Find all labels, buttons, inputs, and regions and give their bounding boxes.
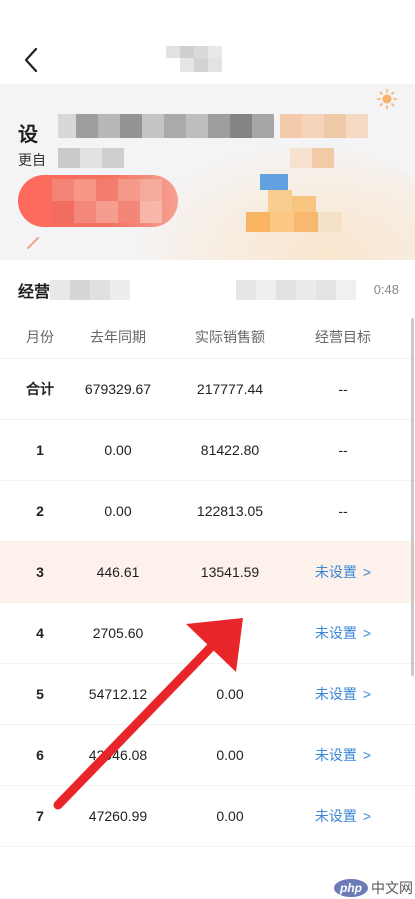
row-last-year: 679329.67 xyxy=(84,381,152,397)
row-actual-sales: 122813.05 xyxy=(196,503,264,519)
banner-title: 设 xyxy=(18,124,38,146)
row-last-year: 0.00 xyxy=(104,503,132,519)
set-target-label: 未设置 xyxy=(314,564,357,580)
chevron-right-icon: > xyxy=(362,747,372,763)
column-header-last-year: 去年同期 xyxy=(90,329,146,345)
watermark: php 中文网 xyxy=(334,878,413,898)
set-target-link[interactable]: 未设置 > xyxy=(283,603,403,663)
row-target: -- xyxy=(338,442,348,458)
row-actual-sales: 81422.80 xyxy=(200,442,260,458)
set-target-label: 未设置 xyxy=(314,808,357,824)
row-actual-sales: 13541.59 xyxy=(200,564,260,580)
row-actual-sales: 0.00 xyxy=(216,747,244,763)
table-row: 合计 679329.67 217777.44 -- xyxy=(0,359,415,420)
table-row: 4 2705.60 0 未设置 > xyxy=(0,603,415,664)
chevron-right-icon: > xyxy=(362,564,372,580)
chevron-right-icon: > xyxy=(362,625,372,641)
row-last-year: 2705.60 xyxy=(92,625,144,641)
set-target-link[interactable]: 未设置 > xyxy=(283,786,403,846)
row-target: -- xyxy=(338,381,348,397)
table-header: 月份 去年同期 实际销售额 经营目标 xyxy=(0,316,415,359)
row-last-year: 446.61 xyxy=(96,564,140,580)
row-last-year: 47260.99 xyxy=(88,808,148,824)
row-target: -- xyxy=(338,503,348,519)
set-target-label: 未设置 xyxy=(314,747,357,763)
php-logo: php xyxy=(334,879,368,897)
set-target-link[interactable]: 未设置 > xyxy=(283,664,403,724)
banner-subtitle: 更自 xyxy=(18,152,46,168)
section-redacted-area xyxy=(50,280,356,300)
sales-table: 月份 去年同期 实际销售额 经营目标 合计 679329.67 217777.44-… xyxy=(0,316,415,847)
row-actual-sales: 217777.44 xyxy=(196,381,264,397)
set-target-label: 未设置 xyxy=(314,686,357,702)
chevron-right-icon: > xyxy=(362,808,372,824)
watermark-text: 中文网 xyxy=(371,880,413,896)
section-title: 经营 xyxy=(18,284,51,301)
set-target-label: 未设置 xyxy=(314,625,357,641)
table-row: 1 0.00 81422.80 -- xyxy=(0,420,415,481)
table-row: 2 0.00 122813.05 -- xyxy=(0,481,415,542)
row-actual-sales: 0.00 xyxy=(216,686,244,702)
set-target-link[interactable]: 未设置 > xyxy=(283,542,403,602)
scrollbar[interactable] xyxy=(411,318,414,676)
table-row: 7 47260.99 0.00 未设置 > xyxy=(0,786,415,847)
chevron-right-icon: > xyxy=(362,686,372,702)
row-last-year: 54712.12 xyxy=(88,686,148,702)
pencil-icon xyxy=(27,237,39,249)
promo-banner: 设 更自 xyxy=(0,84,415,260)
set-target-link[interactable]: 未设置 > xyxy=(283,725,403,785)
row-last-year: 42946.08 xyxy=(88,747,148,763)
top-bar xyxy=(0,0,415,84)
banner-action-button[interactable] xyxy=(18,175,178,227)
column-header-actual-sales: 实际销售额 xyxy=(195,329,265,345)
column-header-target: 经营目标 xyxy=(315,329,371,345)
section-timestamp: 0:48 xyxy=(373,282,399,297)
row-actual-sales: 0.00 xyxy=(216,808,244,824)
page-title-redacted xyxy=(166,46,236,76)
row-last-year: 0.00 xyxy=(104,442,132,458)
row-actual-sales: 0 xyxy=(226,625,234,641)
table-row: 6 42946.08 0.00 未设置 > xyxy=(0,725,415,786)
chevron-left-icon[interactable] xyxy=(18,44,46,76)
table-row: 5 54712.12 0.00 未设置 > xyxy=(0,664,415,725)
table-row: 3 446.61 13541.59 未设置 > xyxy=(0,542,415,603)
